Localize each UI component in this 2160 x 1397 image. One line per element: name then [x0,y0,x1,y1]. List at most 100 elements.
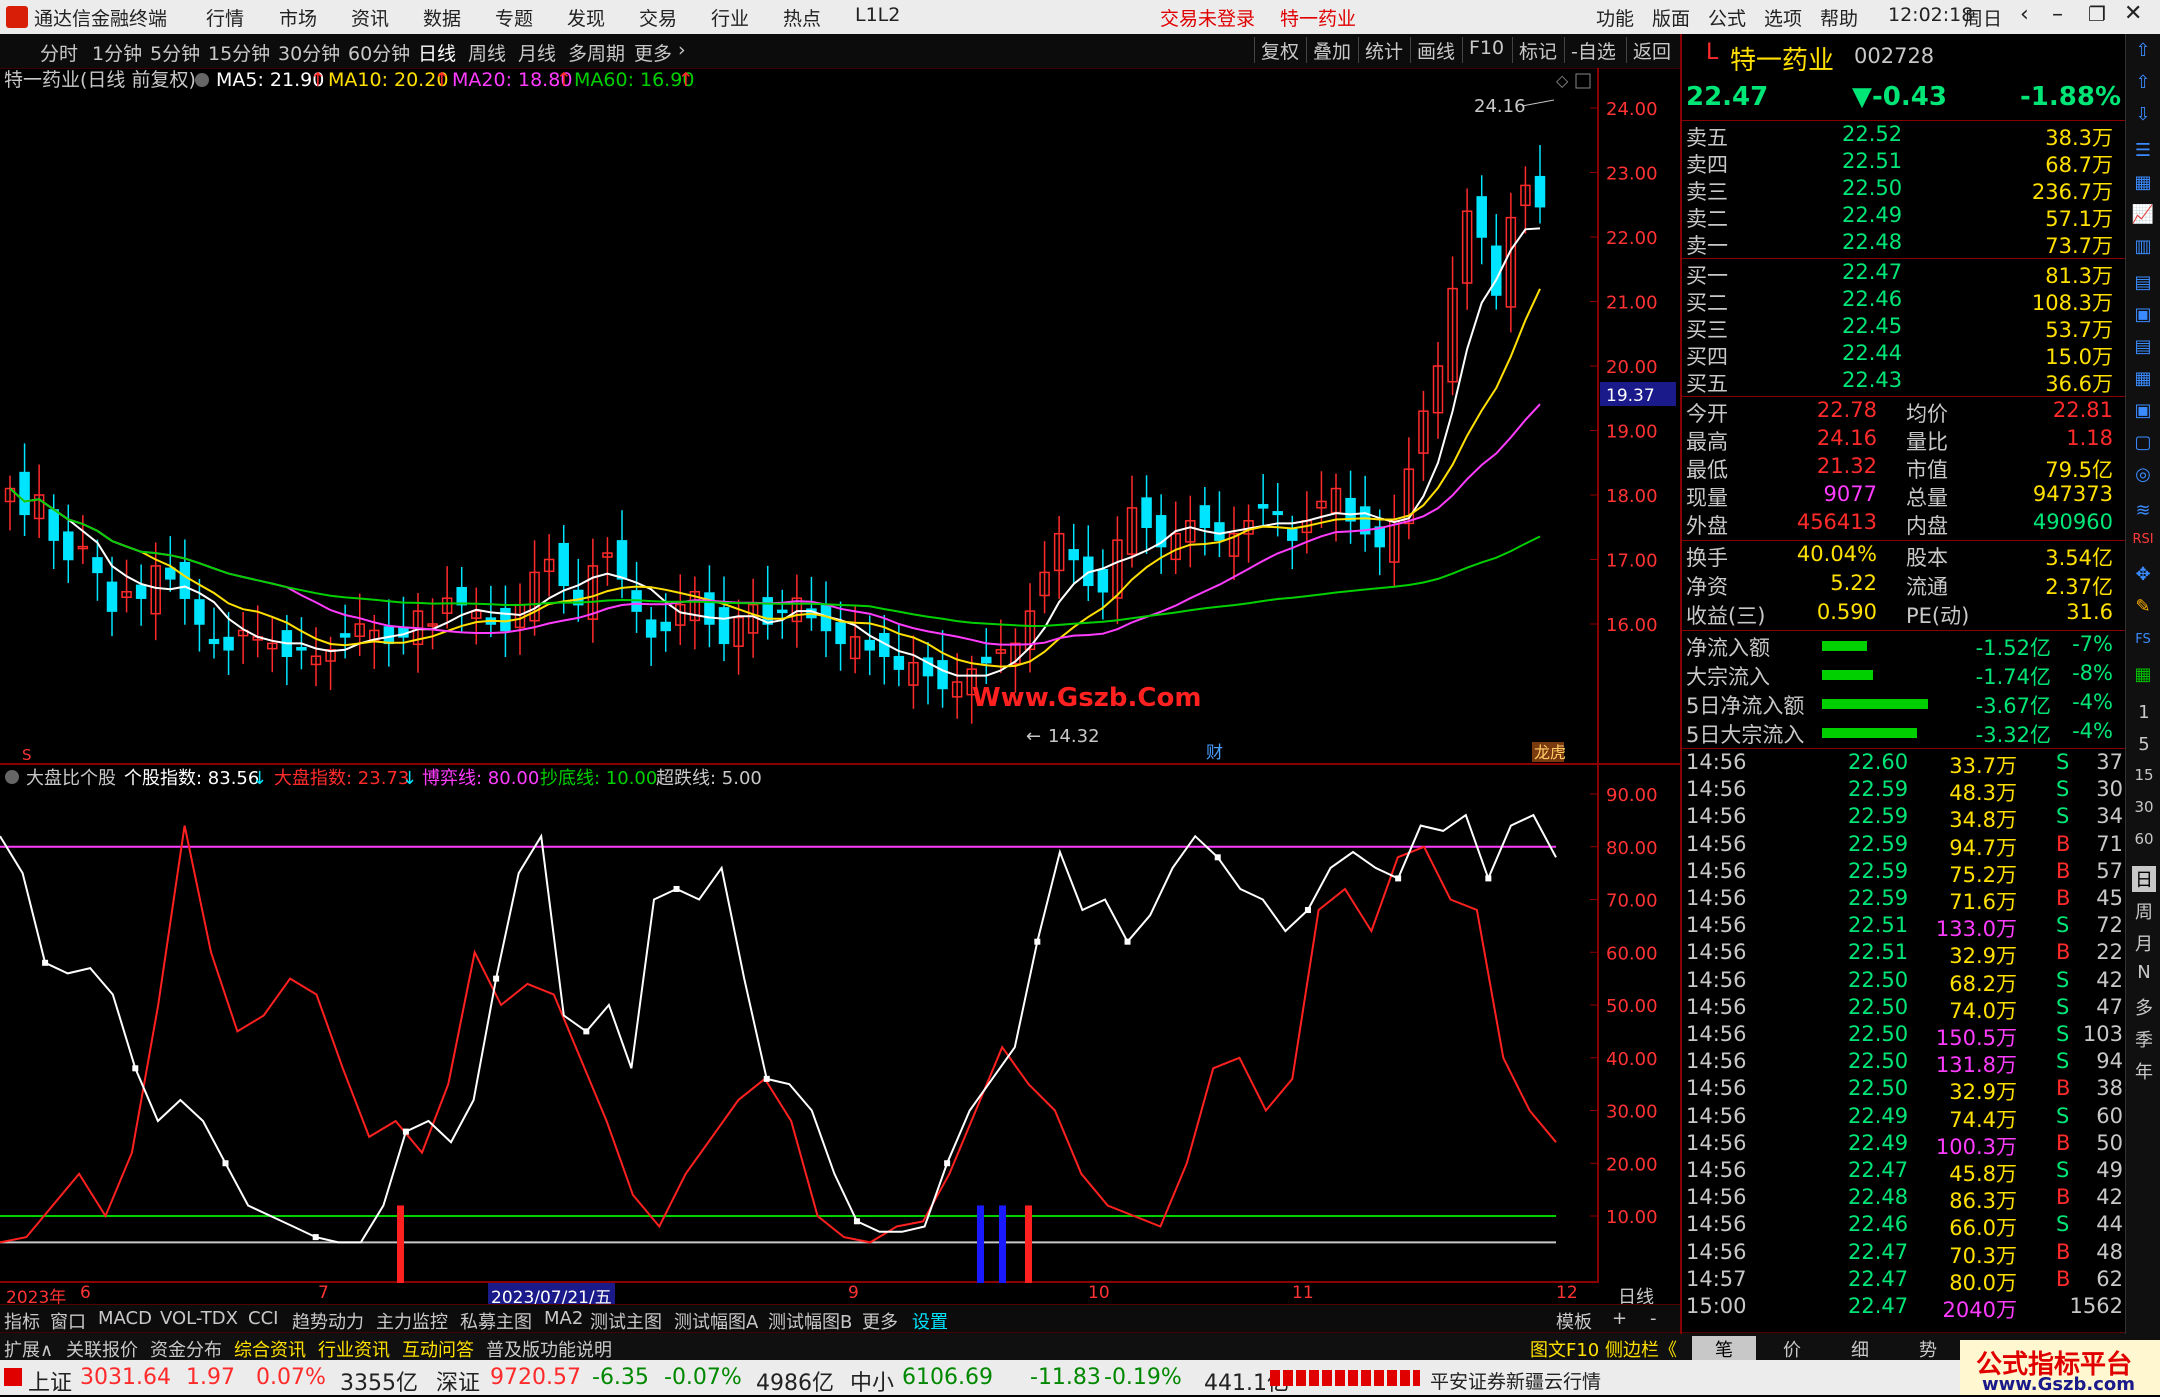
menu-gongshi[interactable]: 公式 [1708,4,1746,31]
period-1[interactable]: 1 [2132,702,2156,723]
f2-icon[interactable]: ▣ [2131,400,2155,424]
tab-chuangkou[interactable]: 窗口 [50,1308,86,1334]
tf-fenshi[interactable]: 分时 [40,39,78,66]
tab-zhibiao[interactable]: 指标 [4,1308,40,1334]
table-icon[interactable]: ▦ [2131,664,2155,688]
menu-shichang[interactable]: 市场 [279,4,317,31]
close-icon[interactable]: ✕ [2124,1,2142,26]
template-button[interactable]: 模板 [1556,1308,1592,1334]
f10-button[interactable]: F10 [1462,37,1510,63]
period-quarter[interactable]: 季 [2132,1026,2156,1052]
tab-simu[interactable]: 私募主图 [460,1308,532,1334]
tab-more[interactable]: 更多 [862,1308,898,1334]
ext-f10-sidebar[interactable]: 图文F10 侧边栏《 [1530,1336,1677,1362]
watchlist-button[interactable]: -自选 [1564,37,1622,63]
nav-up-icon[interactable]: ⇧ [2131,40,2155,64]
marker-cai[interactable]: 财 [1206,743,1223,763]
ext-toggle[interactable]: 扩展∧ [4,1336,53,1362]
kline-icon[interactable]: ▥ [2131,236,2155,260]
marker-s[interactable]: S [22,746,32,764]
tf-5min[interactable]: 5分钟 [150,39,200,66]
wave-icon[interactable]: ≋ [2131,500,2155,524]
ext-hangye[interactable]: 行业资讯 [318,1336,390,1362]
menu-redian[interactable]: 热点 [783,4,821,31]
list-icon[interactable]: ☰ [2131,140,2155,164]
menu-shuju[interactable]: 数据 [423,4,461,31]
ext-zijin[interactable]: 资金分布 [150,1336,222,1362]
info-icon[interactable]: ▢ [2131,432,2155,456]
menu-gongneng[interactable]: 功能 [1596,4,1634,31]
period-15[interactable]: 15 [2132,766,2156,784]
chart-area[interactable]: 24.00 23.00 22.00 21.00 20.00 19.00 18.00 17.00… [0,68,1680,1309]
tf-daily[interactable]: 日线 [418,39,456,66]
menu-banmian[interactable]: 版面 [1652,4,1690,31]
chart-icon[interactable]: ▦ [2131,368,2155,392]
menu-l1l2[interactable]: L1L2 [855,4,900,26]
tab-test-main[interactable]: 测试主图 [590,1308,662,1334]
login-status[interactable]: 交易未登录 [1160,4,1255,31]
overlay-button[interactable]: 叠加 [1306,37,1357,63]
period-30[interactable]: 30 [2132,798,2156,816]
tf-monthly[interactable]: 月线 [518,39,556,66]
tf-multi[interactable]: 多周期 [568,39,625,66]
grid-icon[interactable]: ▦ [2131,172,2155,196]
restore-icon[interactable]: ❐ [2088,2,2106,26]
period-month[interactable]: 月 [2132,930,2156,956]
quote-tab-shi[interactable]: 势 [1896,1336,1960,1362]
ext-puji[interactable]: 普及版功能说明 [486,1336,612,1362]
tf-60min[interactable]: 60分钟 [348,39,410,66]
f10-icon[interactable]: ▣ [2131,304,2155,328]
ext-hudong[interactable]: 互动问答 [402,1336,474,1362]
sh-name[interactable]: 上证 [28,1365,72,1397]
expand-diamond-icon[interactable]: ◇ [1556,71,1569,90]
tf-1min[interactable]: 1分钟 [92,39,142,66]
draw-button[interactable]: 画线 [1410,37,1461,63]
period-n[interactable]: N [2132,962,2156,983]
menu-bangzhu[interactable]: 帮助 [1820,4,1858,31]
tab-ma2[interactable]: MA2 [544,1308,583,1329]
menu-hangye[interactable]: 行业 [711,4,749,31]
back-icon[interactable]: ‹ [2020,2,2029,27]
ext-zonghe[interactable]: 综合资讯 [234,1336,306,1362]
quote-tab-bi[interactable]: 笔 [1692,1336,1756,1362]
period-multi[interactable]: 多 [2132,994,2156,1020]
ext-guanlian[interactable]: 关联报价 [66,1336,138,1362]
tab-test-a[interactable]: 测试幅图A [674,1308,758,1334]
panel-max-icon[interactable] [1575,73,1591,89]
zx-name[interactable]: 中小 [850,1365,894,1397]
menu-faxian[interactable]: 发现 [567,4,605,31]
mark-button[interactable]: 标记 [1512,37,1563,63]
stats-button[interactable]: 统计 [1358,37,1409,63]
tf-more[interactable]: 更多 [634,39,672,66]
tab-vol-tdx[interactable]: VOL-TDX [160,1308,238,1329]
period-day[interactable]: 日 [2132,866,2156,892]
indicator-options-icon[interactable] [5,770,19,784]
period-year[interactable]: 年 [2132,1058,2156,1084]
tick-list[interactable]: 14:56 22.60 33.7万 S 37 14:56 22.59 48.3万 S 30 14:5… [1682,750,2127,1330]
news-icon[interactable]: ▤ [2131,336,2155,360]
tab-zhuli[interactable]: 主力监控 [376,1308,448,1334]
period-week[interactable]: 周 [2132,898,2156,924]
tab-cci[interactable]: CCI [248,1308,278,1329]
quote-tab-jia[interactable]: 价 [1760,1336,1824,1362]
circle-icon[interactable]: ◎ [2131,464,2155,488]
rsi-icon[interactable]: RSI [2131,532,2155,556]
tab-test-b[interactable]: 测试幅图B [768,1308,852,1334]
doc-icon[interactable]: ▤ [2131,272,2155,296]
quote-tab-xi[interactable]: 细 [1828,1336,1892,1362]
menu-jiaoyi[interactable]: 交易 [639,4,677,31]
tf-weekly[interactable]: 周线 [468,39,506,66]
tab-settings[interactable]: 设置 [912,1308,948,1334]
pen-icon[interactable]: ✎ [2131,596,2155,620]
minimize-icon[interactable]: – [2052,2,2063,27]
sz-name[interactable]: 深证 [436,1365,480,1397]
tab-qushi[interactable]: 趋势动力 [292,1308,364,1334]
fuquan-button[interactable]: 复权 [1254,37,1305,63]
crosshair-icon[interactable]: ✥ [2131,564,2155,588]
tf-30min[interactable]: 30分钟 [278,39,340,66]
zoom-out-button[interactable]: - [1650,1308,1657,1329]
period-60[interactable]: 60 [2132,830,2156,848]
tf-more-chevron-icon[interactable]: › [678,39,686,61]
trend-icon[interactable]: 📈 [2131,204,2155,228]
nav-down-icon[interactable]: ⇩ [2131,104,2155,128]
